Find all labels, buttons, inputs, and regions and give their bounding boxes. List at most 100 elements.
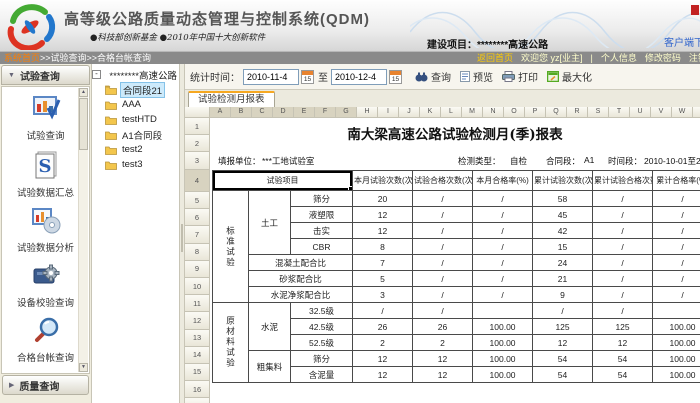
sheet-cell[interactable]: 54 xyxy=(533,351,593,367)
sheet-cell[interactable]: 7 xyxy=(353,255,413,271)
calendar-icon[interactable]: 15 xyxy=(301,70,314,84)
sheet-cell[interactable]: 击实 xyxy=(291,223,353,239)
sheet-cell[interactable]: 试验合格次数(次) xyxy=(413,171,473,191)
scrollbar-thumb[interactable] xyxy=(79,98,88,150)
row-number-13[interactable]: 13 xyxy=(185,330,210,347)
col-letter-L[interactable]: L xyxy=(441,107,462,118)
tree-node-label[interactable]: test2 xyxy=(120,144,145,155)
row-number-2[interactable]: 2 xyxy=(185,135,210,152)
sheet-cell[interactable]: 12 xyxy=(533,335,593,351)
col-letter-K[interactable]: K xyxy=(420,107,441,118)
sheet-cell[interactable]: 12 xyxy=(353,351,413,367)
sheet-cell[interactable]: 2 xyxy=(353,335,413,351)
sheet-cell[interactable]: / xyxy=(413,239,473,255)
sheet-cell[interactable]: 2 xyxy=(413,335,473,351)
sheet-cell[interactable]: 12 xyxy=(353,223,413,239)
change-password-link[interactable]: 修改密码 xyxy=(645,53,681,63)
sheet-cell[interactable]: 粗集料 xyxy=(249,351,291,383)
sidebar-item-ledger-query[interactable]: 合格台帐查询 xyxy=(2,316,89,364)
sheet-cell[interactable]: / xyxy=(473,207,533,223)
sheet-cell[interactable]: / xyxy=(653,287,700,303)
row-number-8[interactable]: 8 xyxy=(185,244,210,261)
tree-root-label[interactable]: ********高速公路 xyxy=(107,68,179,82)
col-letter-T[interactable]: T xyxy=(609,107,630,118)
col-letter-B[interactable]: B xyxy=(231,107,252,118)
row-number-17[interactable]: 17 xyxy=(185,398,210,403)
col-letter-G[interactable]: G xyxy=(336,107,357,118)
sheet-cell[interactable]: / xyxy=(473,255,533,271)
sheet-cell[interactable]: 混凝土配合比 xyxy=(249,255,353,271)
row-number-3[interactable]: 3 xyxy=(185,152,210,170)
row-number-12[interactable]: 12 xyxy=(185,312,210,329)
tree-node[interactable]: A1合同段 xyxy=(92,127,179,142)
col-letter-M[interactable]: M xyxy=(462,107,483,118)
sheet-cell[interactable]: / xyxy=(413,255,473,271)
row-number-11[interactable]: 11 xyxy=(185,295,210,312)
tree-node[interactable]: AAA xyxy=(92,97,179,112)
sidebar-item-device-check[interactable]: 设备校验查询 xyxy=(2,261,89,309)
sheet-cell[interactable]: 标准试验 xyxy=(213,191,249,303)
print-button[interactable]: 打印 xyxy=(502,69,538,84)
sheet-cell[interactable]: / xyxy=(593,287,653,303)
col-letter-W[interactable]: W xyxy=(672,107,693,118)
sheet-cell[interactable]: / xyxy=(473,239,533,255)
row-number-5[interactable]: 5 xyxy=(185,192,210,209)
sheet-cell[interactable]: / xyxy=(473,271,533,287)
sheet-cell[interactable]: / xyxy=(653,223,700,239)
scroll-up-icon[interactable]: ▲ xyxy=(79,88,88,97)
client-download-link[interactable]: 客户端下载 xyxy=(664,34,700,49)
sheet-cell[interactable]: / xyxy=(413,207,473,223)
sheet-cell[interactable]: / xyxy=(593,271,653,287)
sheet-cell[interactable]: 累计合格率(%) xyxy=(653,171,700,191)
tree-root[interactable]: - ********高速公路 xyxy=(92,67,179,82)
maximize-button[interactable]: 最大化 xyxy=(547,69,592,84)
sheet-cell[interactable]: 100.00 xyxy=(473,351,533,367)
sheet-cell[interactable]: / xyxy=(473,287,533,303)
sheet-cell[interactable]: 15 xyxy=(533,239,593,255)
search-button[interactable]: 查询 xyxy=(415,69,451,84)
sheet-cell[interactable]: / xyxy=(593,239,653,255)
col-letter-S[interactable]: S xyxy=(588,107,609,118)
sheet-cell[interactable]: 45 xyxy=(533,207,593,223)
sheet-cell[interactable]: 5 xyxy=(353,271,413,287)
col-letter-H[interactable]: H xyxy=(357,107,378,118)
sheet-cell[interactable]: 100.00 xyxy=(473,367,533,383)
sheet-cell[interactable]: / xyxy=(533,303,593,319)
sheet-cell[interactable]: 20 xyxy=(353,191,413,207)
col-letter-C[interactable]: C xyxy=(252,107,273,118)
sheet-cell[interactable]: / xyxy=(653,191,700,207)
sheet-cell[interactable]: 100.00 xyxy=(653,319,700,335)
sheet-cell[interactable]: 52.5级 xyxy=(291,335,353,351)
sheet-cell[interactable]: / xyxy=(593,303,653,319)
calendar-icon[interactable]: 15 xyxy=(389,70,402,84)
col-letter-P[interactable]: P xyxy=(525,107,546,118)
sheet-cell[interactable]: 100.00 xyxy=(473,335,533,351)
sheet-cell[interactable]: / xyxy=(653,271,700,287)
sheet-cell[interactable]: 含泥量 xyxy=(291,367,353,383)
sheet-cell[interactable]: / xyxy=(473,191,533,207)
sheet-cell[interactable] xyxy=(473,303,533,319)
sheet-cell[interactable]: / xyxy=(473,223,533,239)
row-number-1[interactable]: 1 xyxy=(185,118,210,135)
sidebar-item-data-summary[interactable]: S 试验数据汇总 xyxy=(2,149,89,199)
sheet-cell[interactable]: 本月合格率(%) xyxy=(473,171,533,191)
preview-button[interactable]: 预览 xyxy=(460,69,493,84)
tree-node[interactable]: test2 xyxy=(92,142,179,157)
sheet-cell[interactable] xyxy=(653,303,700,319)
sheet-cell[interactable]: / xyxy=(413,223,473,239)
sheet-cell[interactable]: / xyxy=(413,271,473,287)
sheet-cell[interactable]: 125 xyxy=(593,319,653,335)
sheet-cell[interactable]: 125 xyxy=(533,319,593,335)
tree-node[interactable]: test3 xyxy=(92,157,179,172)
sheet-cell[interactable]: 32.5级 xyxy=(291,303,353,319)
sheet-cell[interactable]: 58 xyxy=(533,191,593,207)
sheet-cell[interactable]: 100.00 xyxy=(473,319,533,335)
sheet-cell[interactable]: 24 xyxy=(533,255,593,271)
sheet-cell[interactable]: CBR xyxy=(291,239,353,255)
col-letter-I[interactable]: I xyxy=(378,107,399,118)
sheet-cell[interactable]: 42 xyxy=(533,223,593,239)
row-number-14[interactable]: 14 xyxy=(185,347,210,364)
sheet-cell[interactable]: 100.00 xyxy=(653,351,700,367)
sheet-cell[interactable]: / xyxy=(353,303,413,319)
tree-node-label[interactable]: testHTD xyxy=(120,114,159,125)
